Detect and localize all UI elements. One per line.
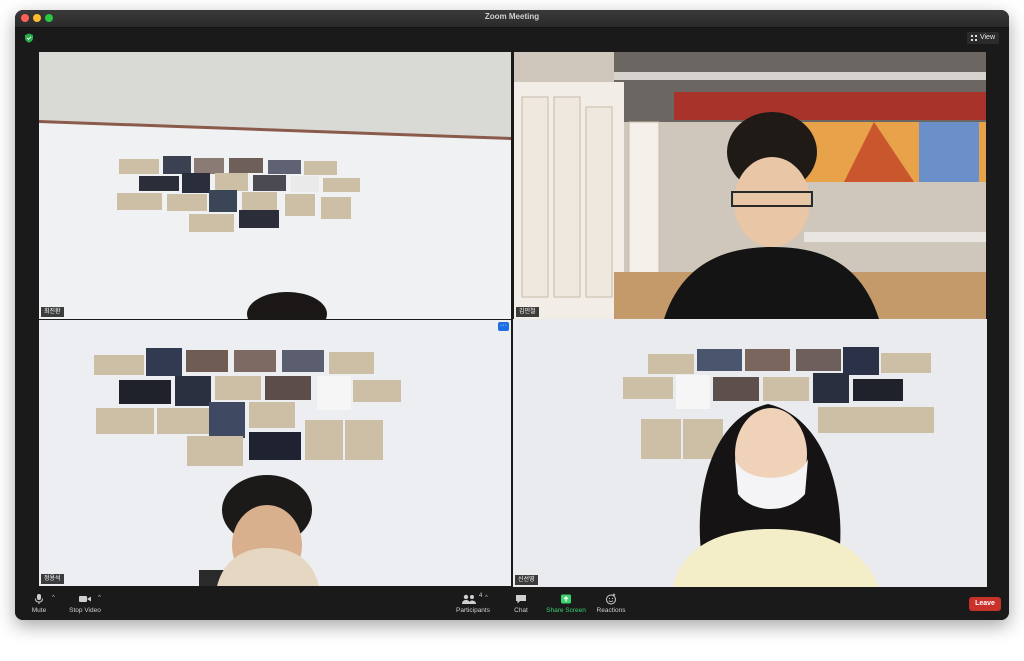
view-button[interactable]: View bbox=[966, 32, 999, 44]
video-feed-wall-photos bbox=[39, 320, 511, 586]
zoom-window: Zoom Meeting View 최진환 김민철 ··· 정용석 신선영 Mu… bbox=[15, 10, 1009, 620]
video-feed-wall-photos bbox=[513, 319, 987, 587]
reactions-button[interactable]: Reactions bbox=[595, 593, 627, 614]
audio-options-caret-icon[interactable]: ^ bbox=[52, 595, 55, 601]
grid-view-icon bbox=[970, 35, 977, 41]
leave-button[interactable]: Leave bbox=[969, 597, 1001, 611]
microphone-icon bbox=[35, 594, 43, 604]
video-tile-2[interactable]: 김민철 bbox=[514, 52, 986, 319]
participant-name-tag: 최진환 bbox=[41, 307, 64, 317]
video-tile-1[interactable]: 최진환 bbox=[39, 52, 511, 319]
video-feed-wall-photos bbox=[39, 52, 511, 319]
participants-caret-icon[interactable]: ^ bbox=[485, 595, 488, 601]
video-camera-icon bbox=[79, 596, 91, 602]
participants-label: Participants bbox=[456, 607, 490, 614]
participants-count: 4 bbox=[479, 593, 483, 599]
chat-button[interactable]: Chat bbox=[511, 593, 531, 614]
chat-bubble-icon bbox=[516, 595, 526, 604]
video-options-caret-icon[interactable]: ^ bbox=[98, 595, 101, 601]
view-label: View bbox=[979, 34, 995, 41]
mute-label: Mute bbox=[31, 607, 47, 614]
video-feed-office bbox=[514, 52, 986, 319]
title-bar: Zoom Meeting bbox=[15, 10, 1009, 28]
video-tile-3[interactable]: ··· 정용석 bbox=[39, 320, 511, 586]
window-title: Zoom Meeting bbox=[484, 12, 540, 21]
reactions-label: Reactions bbox=[596, 607, 626, 614]
share-screen-icon bbox=[561, 594, 571, 604]
participant-name-tag: 김민철 bbox=[516, 307, 539, 317]
stop-video-label: Stop Video bbox=[69, 607, 101, 614]
tile-more-options-button[interactable]: ··· bbox=[498, 322, 509, 331]
participant-name-tag: 정용석 bbox=[41, 574, 64, 584]
chat-label: Chat bbox=[514, 607, 528, 614]
meeting-topbar: View bbox=[15, 28, 1009, 48]
share-screen-label: Share Screen bbox=[546, 607, 586, 614]
encryption-shield-icon[interactable] bbox=[24, 33, 34, 43]
participant-name-tag: 신선영 bbox=[515, 575, 538, 585]
mute-button[interactable]: Mute bbox=[29, 593, 49, 614]
smiley-reactions-icon bbox=[606, 593, 616, 605]
participants-icon bbox=[462, 594, 476, 604]
video-tile-4-active-speaker[interactable]: 신선영 bbox=[513, 319, 987, 587]
share-screen-button[interactable]: Share Screen bbox=[546, 593, 586, 614]
meeting-toolbar: Mute ^ Stop Video ^ 4 Participants ^ Cha… bbox=[15, 590, 1009, 620]
